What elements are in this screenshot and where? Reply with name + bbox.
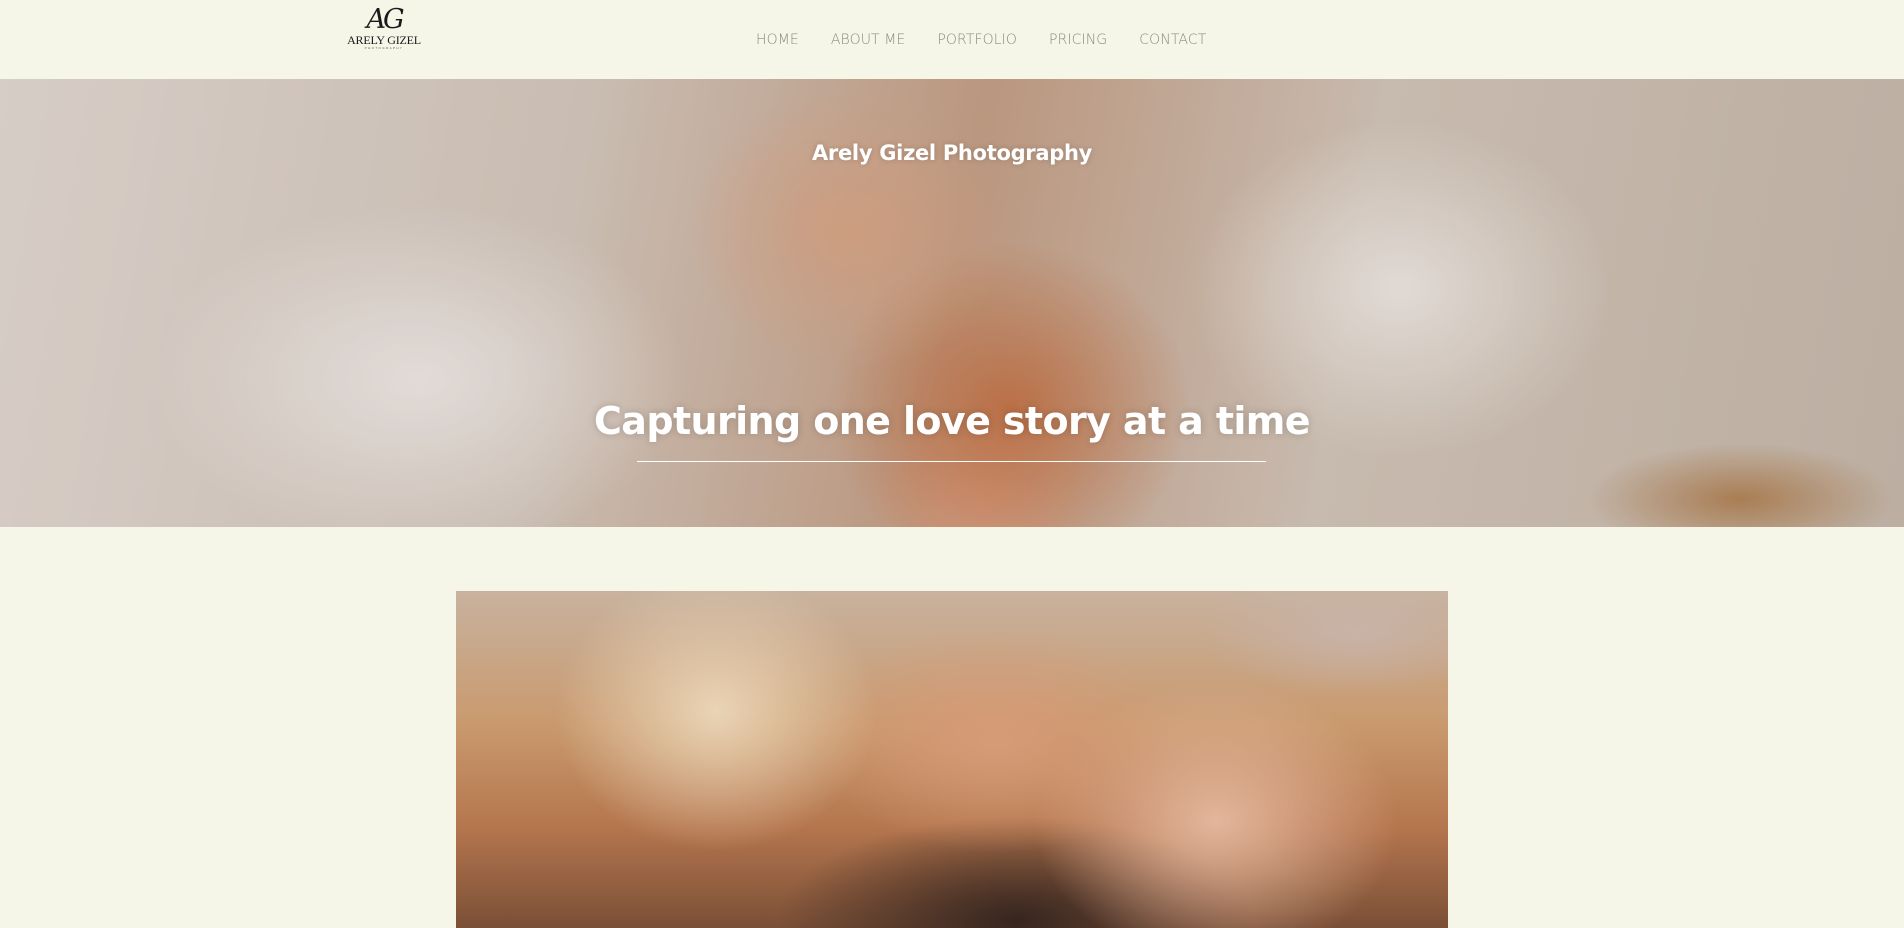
nav-home[interactable]: HOME [756,32,799,48]
nav-pricing[interactable]: PRICING [1049,32,1107,48]
hero-banner: Arely Gizel Photography Capturing one lo… [0,79,1904,527]
logo-monogram: AG [366,4,404,35]
hero-title: Capturing one love story at a time [594,399,1311,443]
nav-contact[interactable]: CONTACT [1139,32,1206,48]
site-header: AG ARELY GIZEL PHOTOGRAPHY HOME ABOUT ME… [0,0,1904,79]
nav-portfolio[interactable]: PORTFOLIO [937,32,1017,48]
featured-couple-photo [456,591,1448,928]
hero-subtitle: Arely Gizel Photography [811,141,1093,165]
hero-divider [637,461,1266,462]
nav-about-me[interactable]: ABOUT ME [831,32,906,48]
main-nav: HOME ABOUT ME PORTFOLIO PRICING CONTACT [756,0,1206,79]
site-logo[interactable]: AG ARELY GIZEL PHOTOGRAPHY [346,6,422,56]
logo-wordmark: ARELY GIZEL [347,33,421,47]
